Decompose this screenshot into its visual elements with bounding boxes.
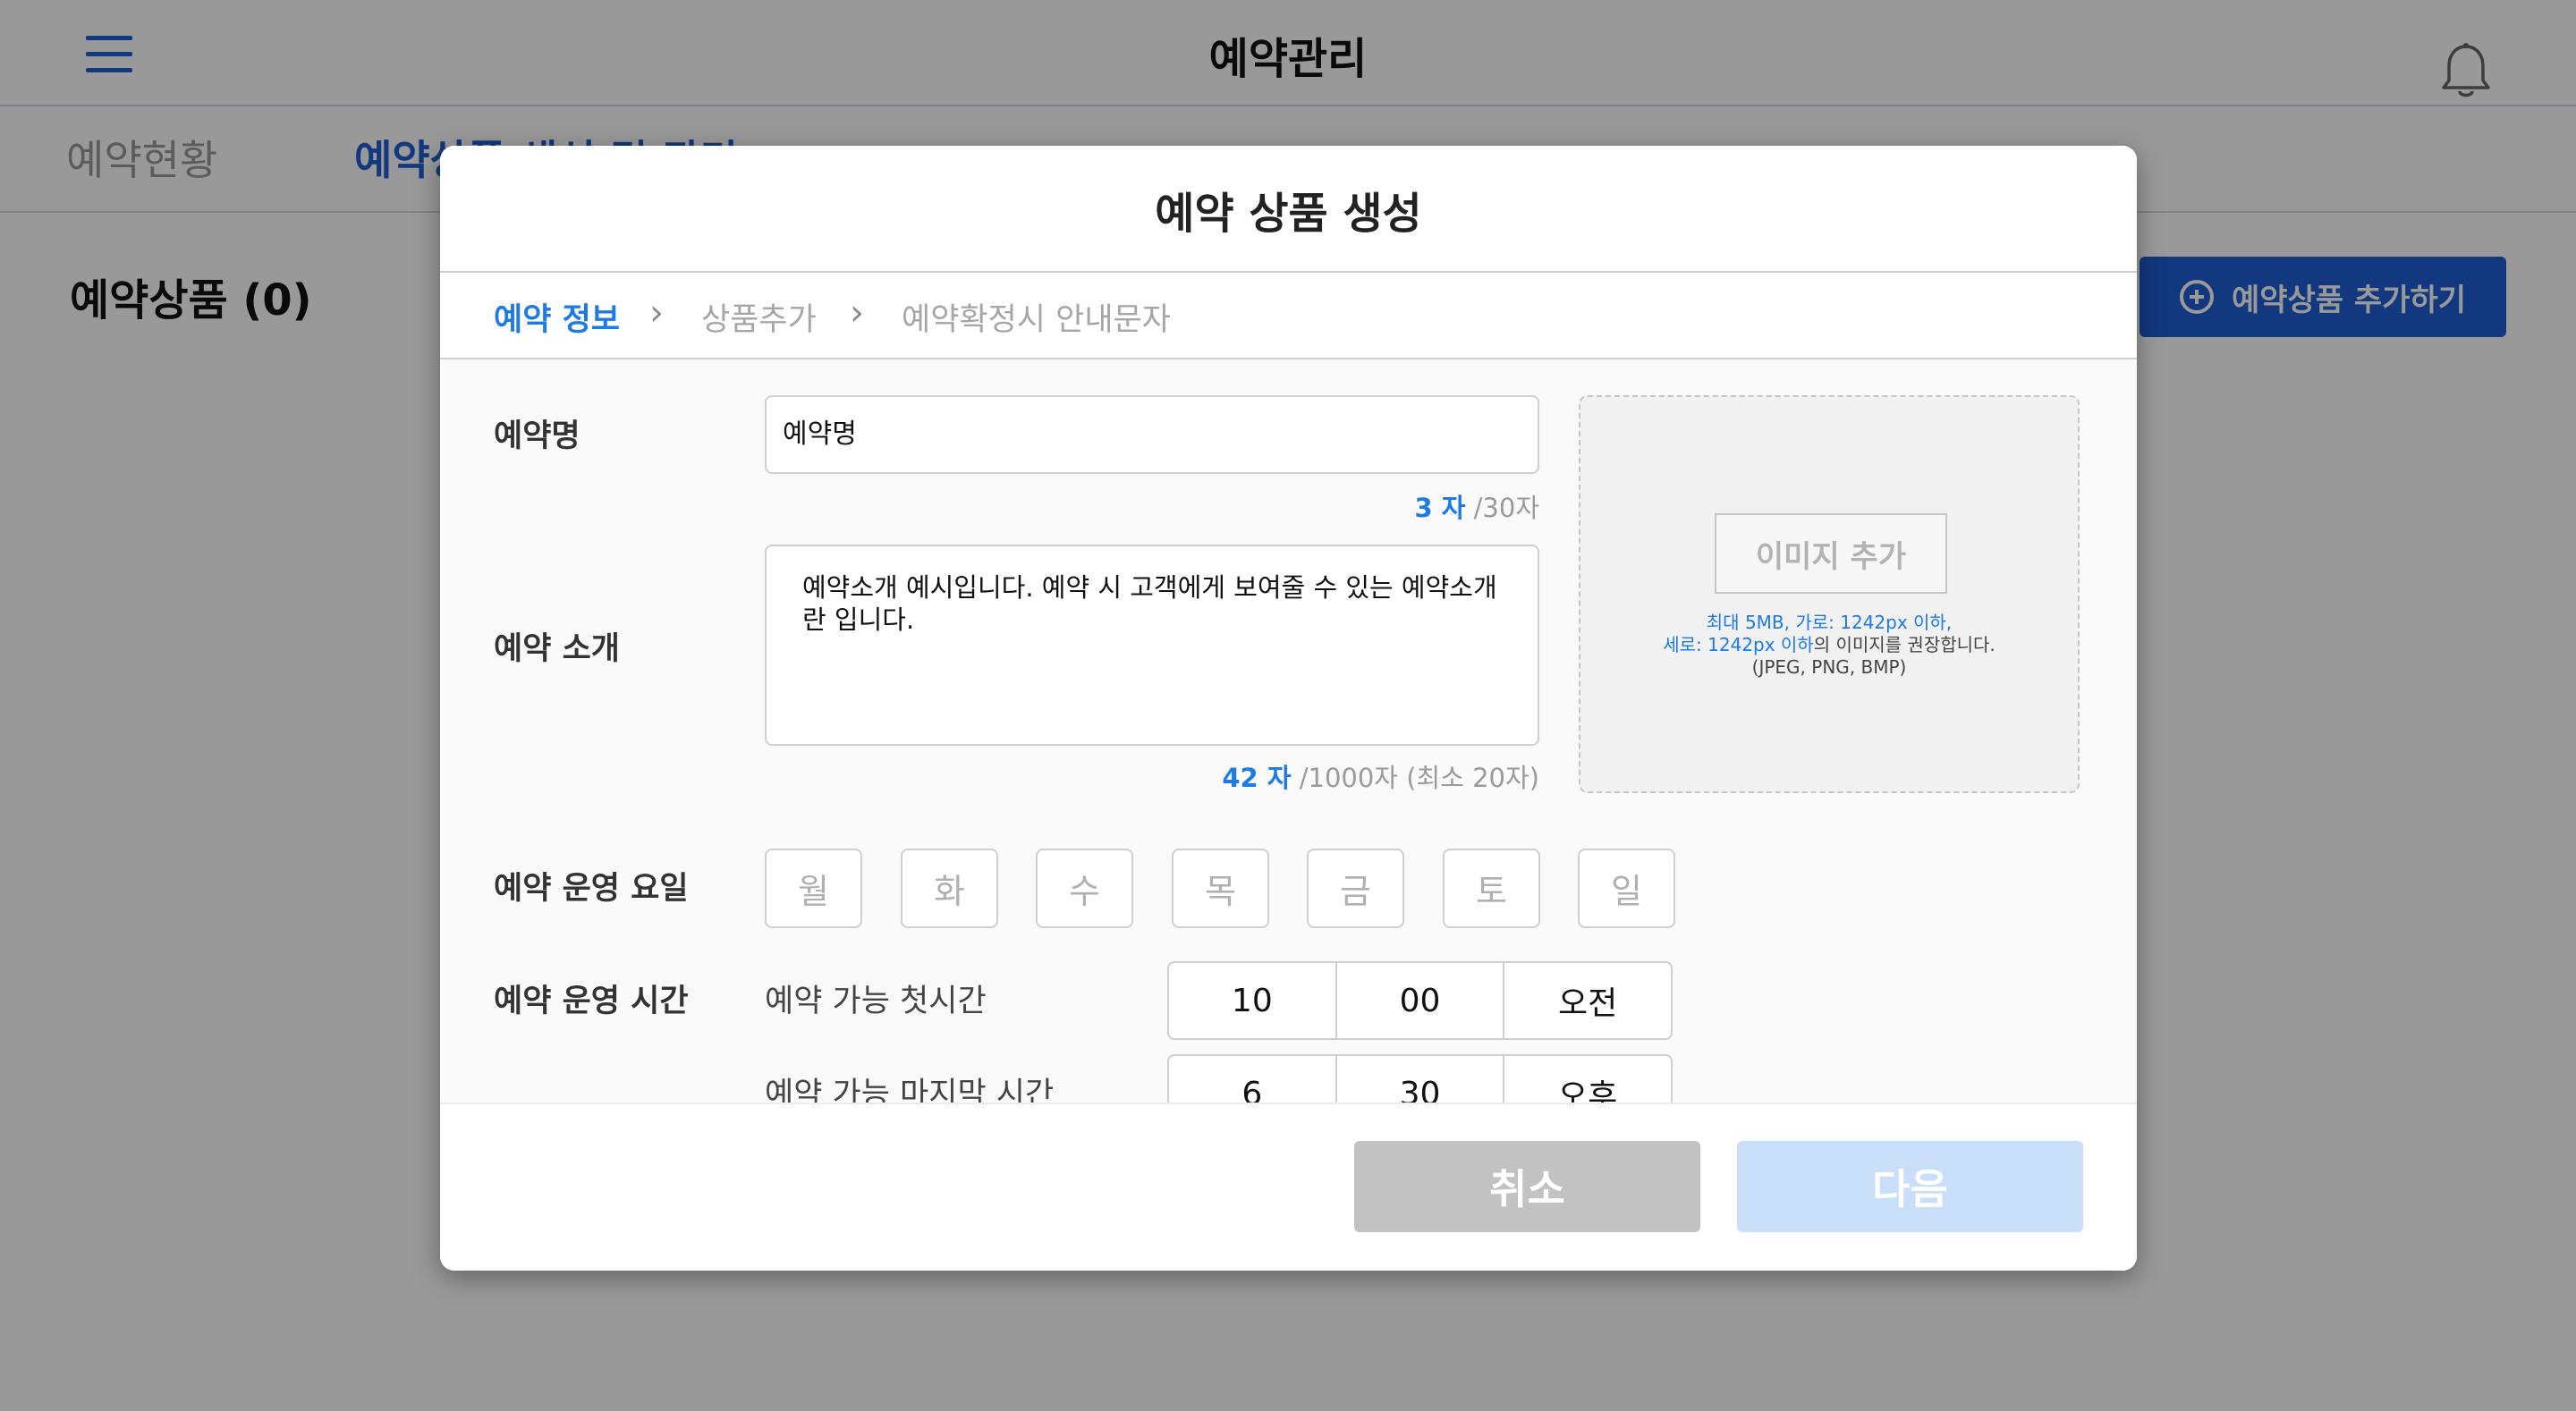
chevron-right-icon: ›	[649, 292, 664, 334]
image-upload-area[interactable]: 이미지 추가 최대 5MB, 가로: 1242px 이하, 세로: 1242px…	[1579, 395, 2080, 793]
day-sun-button[interactable]: 일	[1578, 849, 1675, 928]
name-char-counter: 3 자 /30자	[1245, 487, 1539, 525]
cancel-button[interactable]: 취소	[1354, 1141, 1700, 1232]
day-thu-button[interactable]: 목	[1172, 849, 1269, 928]
step-reservation-info[interactable]: 예약 정보	[494, 294, 620, 340]
hours-label: 예약 운영 시간	[494, 984, 689, 1019]
intro-textarea[interactable]: 예약소개 예시입니다. 예약 시 고객에게 보여줄 수 있는 예약소개란 입니다…	[765, 545, 1539, 746]
intro-label: 예약 소개	[494, 631, 620, 667]
intro-max: /1000자 (최소 20자)	[1299, 763, 1539, 793]
image-guideline: 최대 5MB, 가로: 1242px 이하, 세로: 1242px 이하의 이미…	[1580, 612, 2078, 679]
days-label: 예약 운영 요일	[494, 871, 689, 907]
day-fri-button[interactable]: 금	[1307, 849, 1404, 928]
image-note-highlight: 세로: 1242px 이하	[1663, 634, 1814, 655]
name-max: /30자	[1473, 493, 1539, 523]
intro-char-counter: 42 자 /1000자 (최소 20자)	[995, 757, 1539, 795]
step-add-product[interactable]: 상품추가	[701, 294, 817, 340]
name-input[interactable]: 예약명	[765, 395, 1539, 474]
first-minute-select[interactable]: 00	[1337, 963, 1505, 1038]
image-note-rest: 의 이미지를 권장합니다.	[1813, 634, 1996, 655]
create-product-modal: 예약 상품 생성 예약 정보 › 상품추가 › 예약확정시 안내문자 예약명 예…	[440, 146, 2137, 1271]
first-hour-select[interactable]: 10	[1169, 963, 1337, 1038]
chevron-right-icon: ›	[850, 292, 864, 334]
next-button[interactable]: 다음	[1737, 1141, 2083, 1232]
first-ampm-select[interactable]: 오전	[1504, 963, 1671, 1038]
image-note-line1: 최대 5MB, 가로: 1242px 이하,	[1706, 612, 1953, 633]
day-mon-button[interactable]: 월	[765, 849, 862, 928]
step-indicator: 예약 정보 › 상품추가 › 예약확정시 안내문자	[440, 273, 2137, 359]
day-sat-button[interactable]: 토	[1443, 849, 1540, 928]
step-confirm-message[interactable]: 예약확정시 안내문자	[902, 294, 1171, 340]
image-note-formats: (JPEG, PNG, BMP)	[1751, 656, 1907, 678]
first-time-picker: 10 00 오전	[1167, 961, 1673, 1040]
name-label: 예약명	[494, 418, 580, 454]
day-wed-button[interactable]: 수	[1036, 849, 1133, 928]
modal-header: 예약 상품 생성	[440, 146, 2137, 273]
first-time-label: 예약 가능 첫시간	[765, 984, 987, 1019]
add-image-button[interactable]: 이미지 추가	[1715, 513, 1947, 594]
name-count: 3 자	[1414, 493, 1466, 523]
day-tue-button[interactable]: 화	[901, 849, 998, 928]
modal-title: 예약 상품 생성	[1155, 189, 1422, 239]
intro-count: 42 자	[1222, 763, 1292, 793]
modal-footer: 취소 다음	[440, 1103, 2137, 1271]
